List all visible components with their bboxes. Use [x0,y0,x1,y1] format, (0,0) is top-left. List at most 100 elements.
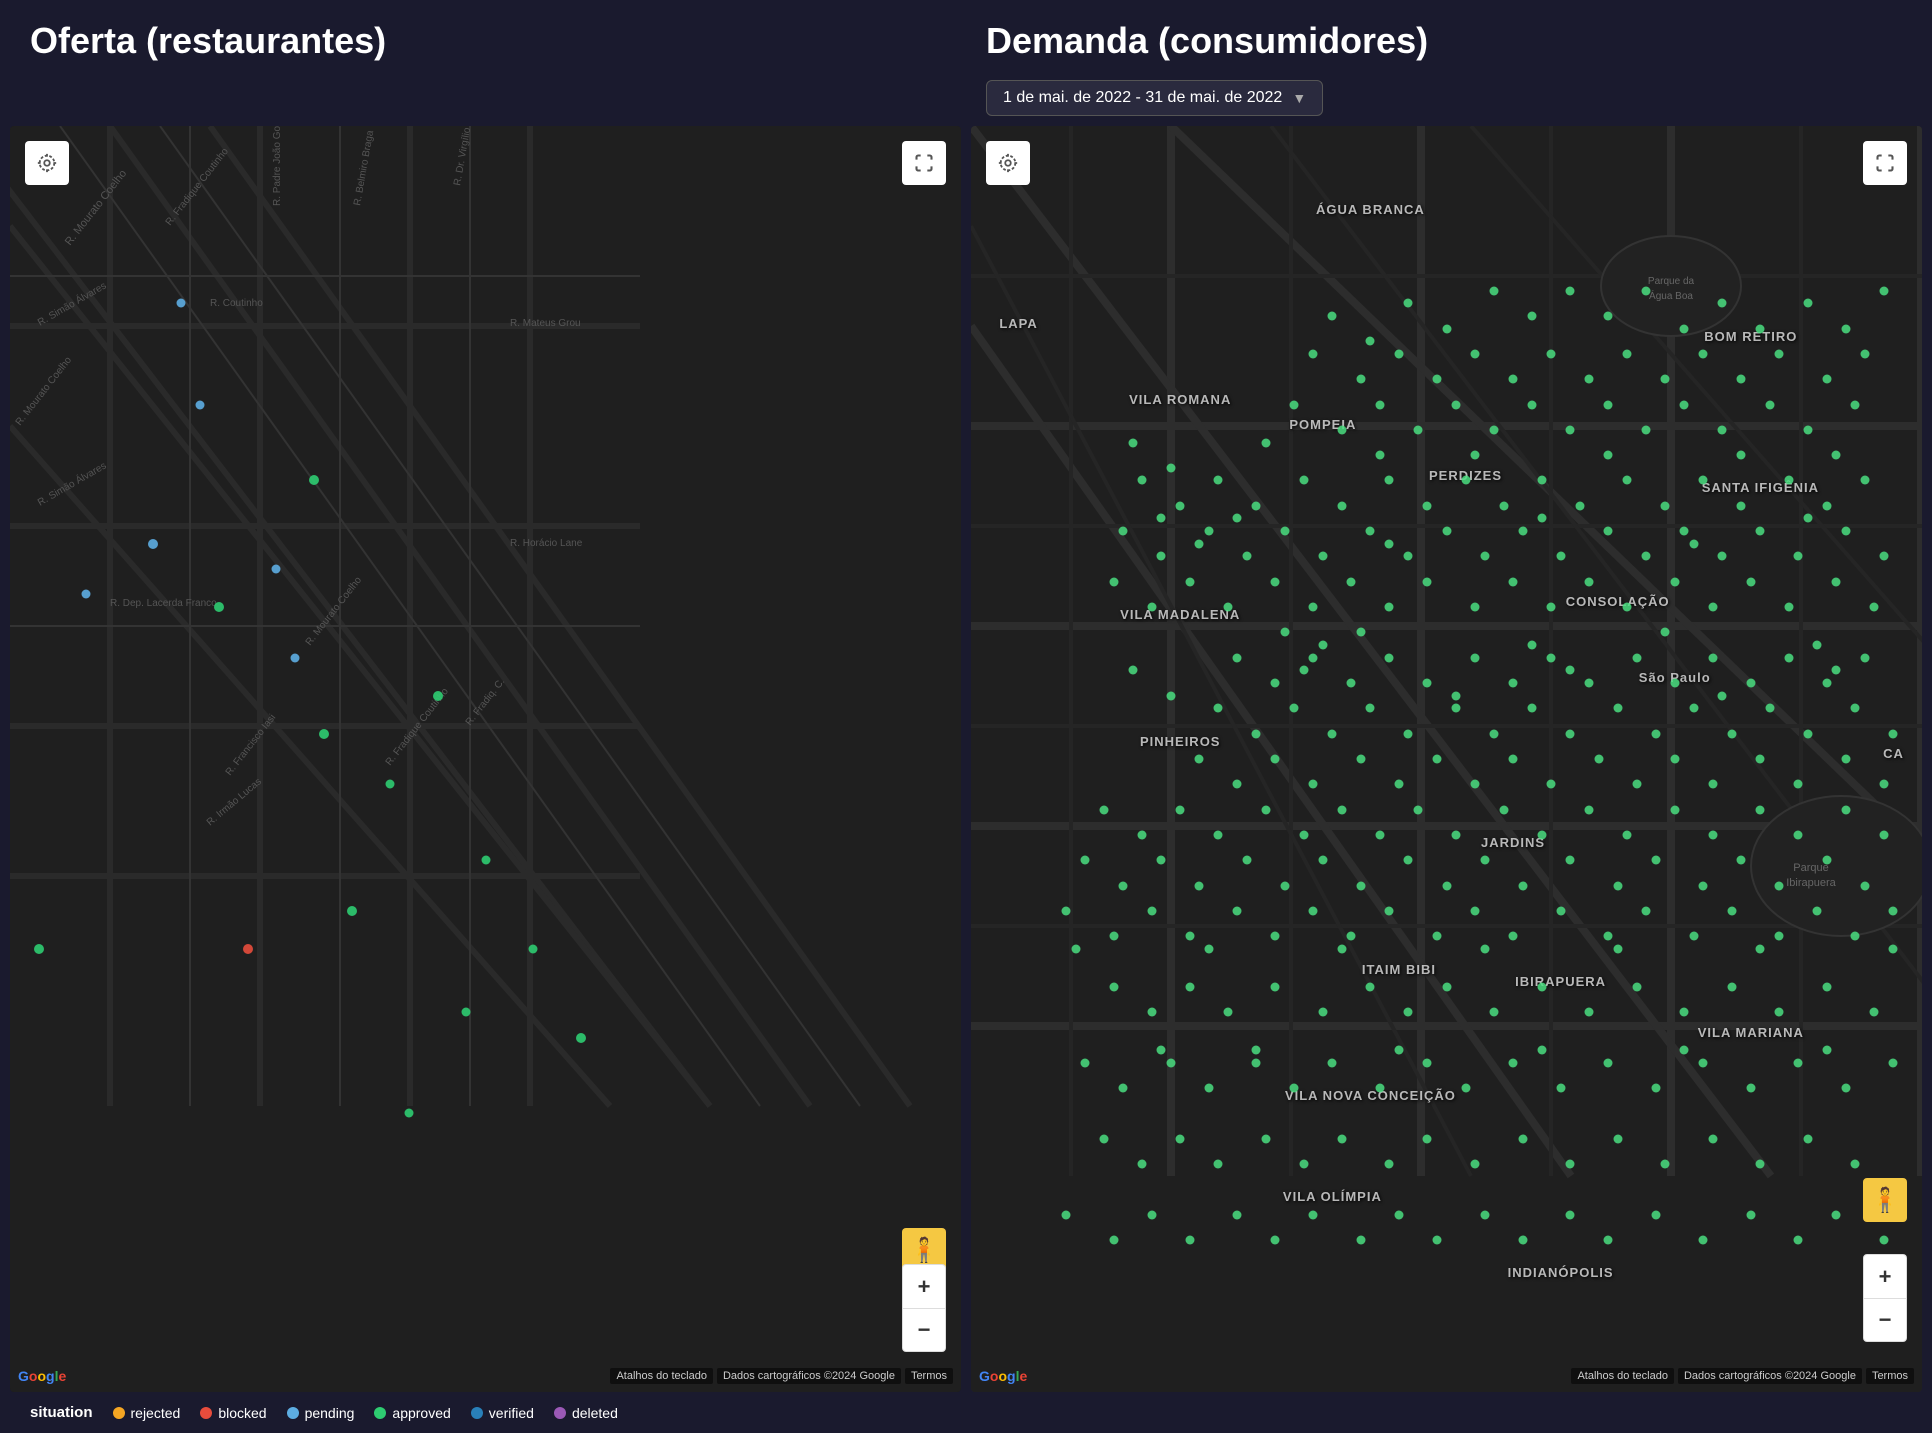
verified-dot [471,1407,483,1419]
consumer-dot [1271,755,1280,764]
zoom-out-right[interactable]: − [1863,1298,1907,1342]
consumer-dot [1585,375,1594,384]
consumer-dot [1537,1046,1546,1055]
keyboard-shortcuts-left[interactable]: Atalhos do teclado [610,1368,713,1384]
consumer-dot [1185,932,1194,941]
consumer-dot [1423,1058,1432,1067]
locate-button-left[interactable] [25,141,69,185]
consumer-dot [1214,476,1223,485]
consumer-dot [1765,704,1774,713]
legend-item-verified: verified [471,1405,534,1421]
date-range-selector[interactable]: 1 de mai. de 2022 - 31 de mai. de 2022 ▼ [986,80,1323,116]
restaurant-dot [34,944,44,954]
street-view-button-right[interactable]: 🧍 [1863,1178,1907,1222]
consumer-dot [1166,691,1175,700]
restaurant-dot [82,590,91,599]
consumer-dot [1166,463,1175,472]
consumer-dot [1566,729,1575,738]
consumer-dot [1851,932,1860,941]
consumer-dot [1423,1134,1432,1143]
consumer-dot [1404,856,1413,865]
consumer-dot [1642,906,1651,915]
consumer-dot [1680,324,1689,333]
consumer-dot [1841,1084,1850,1093]
consumer-dot [1822,501,1831,510]
consumer-dot [1328,1058,1337,1067]
approved-label: approved [392,1405,450,1421]
consumer-dot [1309,653,1318,662]
consumer-dot [1214,830,1223,839]
consumer-dot [1756,527,1765,536]
consumer-dot [1337,944,1346,953]
consumer-dot [1214,1160,1223,1169]
consumer-dot [1347,679,1356,688]
consumer-dot [1585,679,1594,688]
consumer-dot [1737,501,1746,510]
consumer-dot [1623,603,1632,612]
consumer-dot [1147,906,1156,915]
consumer-dot [1575,501,1584,510]
right-section-title: Demanda (consumidores) [986,20,1428,62]
consumer-dot [1889,944,1898,953]
consumer-dot [1471,349,1480,358]
consumer-dot [1746,679,1755,688]
zoom-in-right[interactable]: + [1863,1254,1907,1298]
consumer-dot [1432,932,1441,941]
consumer-dot [1195,539,1204,548]
consumer-dot [1176,1134,1185,1143]
consumer-dot [1452,830,1461,839]
consumer-dot [1651,1210,1660,1219]
consumer-dot [1452,691,1461,700]
consumer-dot [1604,932,1613,941]
locate-button-right[interactable] [986,141,1030,185]
left-map-footer-links: Atalhos do teclado Dados cartográficos ©… [610,1368,953,1384]
consumer-dot [1537,830,1546,839]
consumer-dot [1471,780,1480,789]
consumer-dot [1775,932,1784,941]
fullscreen-button-left[interactable] [902,141,946,185]
restaurant-dot [462,1008,471,1017]
consumer-dot [1138,830,1147,839]
consumer-dot [1803,1134,1812,1143]
terms-left[interactable]: Termos [905,1368,953,1384]
consumer-dot [1509,375,1518,384]
consumer-dot [1280,527,1289,536]
keyboard-shortcuts-right[interactable]: Atalhos do teclado [1571,1368,1674,1384]
consumer-dot [1366,337,1375,346]
legend-item-deleted: deleted [554,1405,618,1421]
consumer-dot [1841,755,1850,764]
consumer-dot [1889,729,1898,738]
consumer-dot [1242,552,1251,561]
fullscreen-button-right[interactable] [1863,141,1907,185]
consumer-dot [1547,349,1556,358]
restaurant-dot [405,1109,414,1118]
consumer-dot [1727,729,1736,738]
consumer-dot [1832,577,1841,586]
consumer-dot [1699,1236,1708,1245]
consumer-dot [1822,982,1831,991]
zoom-in-left[interactable]: + [902,1264,946,1308]
consumer-dot [1870,603,1879,612]
restaurant-dot [196,400,205,409]
consumer-dot [1461,1084,1470,1093]
consumer-dot [1185,577,1194,586]
consumer-dot [1623,476,1632,485]
consumer-dot [1528,311,1537,320]
consumer-dot [1775,881,1784,890]
chevron-down-icon: ▼ [1292,90,1306,106]
map-data-right[interactable]: Dados cartográficos ©2024 Google [1678,1368,1862,1384]
consumer-dot [1062,1210,1071,1219]
consumer-dot [1822,375,1831,384]
consumer-dot [1509,932,1518,941]
consumer-dot [1841,805,1850,814]
consumer-dot [1252,729,1261,738]
consumer-dot [1889,906,1898,915]
consumer-dot [1803,514,1812,523]
terms-right[interactable]: Termos [1866,1368,1914,1384]
map-data-left[interactable]: Dados cartográficos ©2024 Google [717,1368,901,1384]
consumer-dot [1109,982,1118,991]
zoom-out-left[interactable]: − [902,1308,946,1352]
consumer-dot [1471,1160,1480,1169]
consumer-dot [1271,577,1280,586]
consumer-dot [1860,476,1869,485]
